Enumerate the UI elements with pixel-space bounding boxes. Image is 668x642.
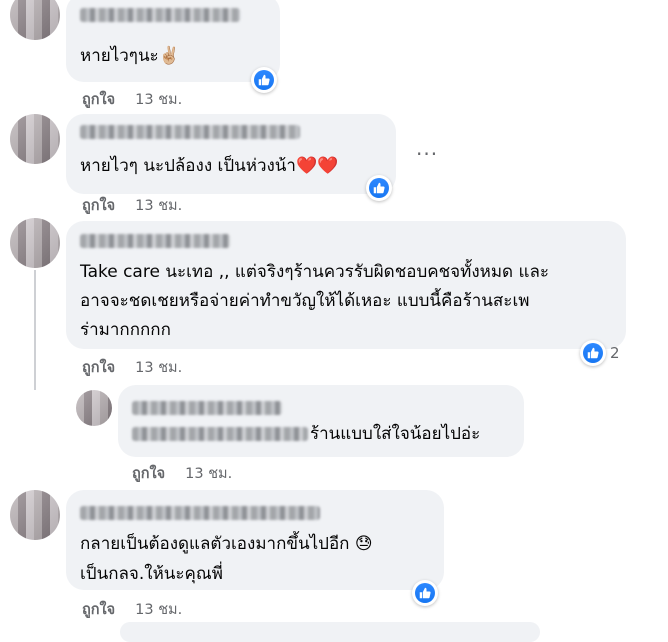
like-button[interactable]: ถูกใจ: [82, 602, 115, 618]
like-button[interactable]: ถูกใจ: [82, 198, 115, 214]
comment-actions: ถูกใจ 13 ชม.: [82, 194, 182, 217]
thumbs-up-icon: [258, 74, 270, 86]
avatar[interactable]: [76, 390, 112, 426]
comment-text-line: เป็นกลจ.ให้นะคุณพี่: [80, 564, 223, 584]
comment-text: หายไวๆนะ✌🏼: [80, 46, 180, 66]
thumbs-up-icon: [587, 347, 599, 359]
avatar[interactable]: [10, 490, 60, 540]
reaction-count[interactable]: 2: [610, 344, 620, 362]
comment-text-line: ร่ามากกกกก: [80, 320, 171, 340]
reaction-badge[interactable]: [366, 175, 392, 201]
avatar[interactable]: [10, 218, 60, 268]
comment-actions: ถูกใจ 13 ชม.: [82, 88, 182, 111]
like-button[interactable]: ถูกใจ: [82, 360, 115, 376]
timestamp[interactable]: 13 ชม.: [135, 602, 182, 618]
reaction-badge[interactable]: [580, 340, 606, 366]
commenter-name[interactable]: [80, 8, 240, 22]
timestamp[interactable]: 13 ชม.: [185, 466, 232, 482]
timestamp[interactable]: 13 ชม.: [135, 92, 182, 108]
commenter-name[interactable]: [132, 401, 282, 415]
thumbs-up-icon: [419, 587, 431, 599]
reply-thread-line: [34, 270, 36, 390]
reaction-badge[interactable]: [412, 580, 438, 606]
thumbs-up-icon: [373, 182, 385, 194]
comment-actions: ถูกใจ 13 ชม.: [82, 356, 182, 379]
commenter-name[interactable]: [80, 234, 230, 248]
comment-actions: ถูกใจ 13 ชม.: [82, 598, 182, 621]
comment-text-line: กลายเป็นต้องดูแลตัวเองมากขึ้นไปอีก 😓: [80, 534, 373, 554]
comment-bubble-partial: [120, 622, 540, 642]
comment-text-line: อาจจะชดเชยหรือจ่ายค่าทำขวัญให้ได้เหอะ แบ…: [80, 291, 530, 311]
avatar[interactable]: [10, 0, 60, 40]
like-button[interactable]: ถูกใจ: [132, 466, 165, 482]
timestamp[interactable]: 13 ชม.: [135, 198, 182, 214]
reaction-badge[interactable]: [251, 67, 277, 93]
commenter-name[interactable]: [80, 506, 320, 520]
reply-text: ร้านแบบใส่ใจน้อยไปอ่ะ: [310, 424, 481, 444]
comment-text-line: Take care นะเทอ ,, แต่จริงๆร้านควรรับผิด…: [80, 262, 549, 282]
commenter-name[interactable]: [80, 125, 300, 139]
reply-text-blurred: [132, 427, 308, 441]
avatar[interactable]: [10, 114, 60, 164]
comment-actions: ถูกใจ 13 ชม.: [132, 462, 232, 485]
comment-text: หายไวๆ นะปล้องง เป็นห่วงน้า❤️❤️: [80, 156, 339, 176]
more-options-icon[interactable]: ...: [416, 136, 438, 160]
like-button[interactable]: ถูกใจ: [82, 92, 115, 108]
timestamp[interactable]: 13 ชม.: [135, 360, 182, 376]
